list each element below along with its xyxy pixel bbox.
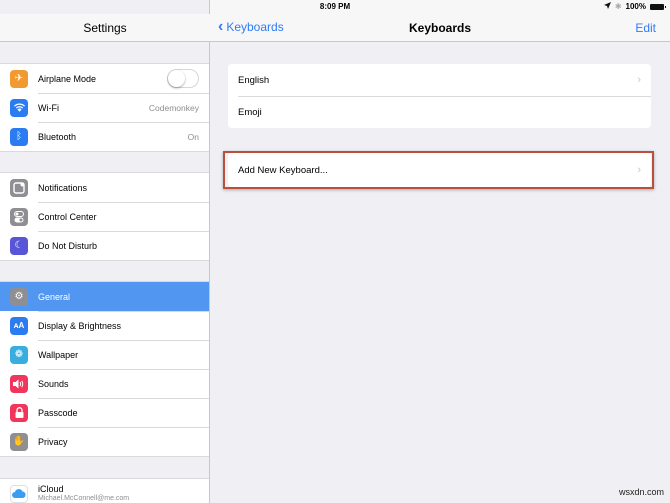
sidebar-item-airplane-mode[interactable]: ✈ Airplane Mode	[0, 64, 209, 93]
sidebar-item-label: Airplane Mode	[38, 73, 97, 84]
speaker-icon	[10, 374, 28, 393]
sidebar-item-label: Notifications	[38, 182, 88, 193]
settings-sidebar: Settings ✈ Airplane Mode Wi-Fi Codemonke…	[0, 0, 210, 503]
keyboard-item-emoji[interactable]: Emoji	[228, 96, 651, 128]
sidebar-item-label: Privacy	[38, 436, 68, 447]
sidebar-item-icloud[interactable]: iCloud Michael.McConnell@me.com	[0, 479, 209, 503]
notifications-group: Notifications Control Center ☾ Do Not Di…	[0, 172, 209, 261]
sidebar-item-bluetooth[interactable]: ᛒ Bluetooth On	[0, 122, 209, 151]
lock-icon	[10, 403, 28, 422]
sidebar-item-label: Sounds	[38, 378, 69, 389]
sidebar-item-general[interactable]: ⚙ General	[0, 282, 209, 311]
page-title: Keyboards	[408, 21, 472, 35]
general-group: ⚙ General ᴀA Display & Brightness ❁ Wall…	[0, 281, 209, 457]
sidebar-item-notifications[interactable]: Notifications	[0, 173, 209, 202]
icloud-icon	[10, 484, 28, 503]
moon-icon: ☾	[10, 236, 28, 255]
sidebar-item-wifi[interactable]: Wi-Fi Codemonkey	[0, 93, 209, 122]
sidebar-item-do-not-disturb[interactable]: ☾ Do Not Disturb	[0, 231, 209, 260]
sidebar-item-label: Passcode	[38, 407, 78, 418]
watermark: wsxdn.com	[618, 487, 664, 497]
sidebar-item-sounds[interactable]: Sounds	[0, 369, 209, 398]
sidebar-item-display-brightness[interactable]: ᴀA Display & Brightness	[0, 311, 209, 340]
sidebar-navbar: Settings	[0, 14, 210, 42]
sidebar-item-label: Wi-Fi	[38, 102, 59, 113]
sidebar-item-privacy[interactable]: ✋ Privacy	[0, 427, 209, 456]
connectivity-group: ✈ Airplane Mode Wi-Fi Codemonkey ᛒ Bluet…	[0, 63, 209, 152]
sidebar-item-control-center[interactable]: Control Center	[0, 202, 209, 231]
keyboard-label: English	[238, 74, 270, 86]
sidebar-item-label: Bluetooth	[38, 131, 77, 142]
airplane-icon: ✈	[10, 69, 28, 88]
chevron-right-icon: ›	[637, 74, 641, 86]
detail-navbar: ‹ Keyboards Keyboards Edit	[210, 14, 670, 42]
control-center-icon	[10, 207, 28, 226]
hand-icon: ✋	[10, 432, 28, 451]
wallpaper-icon: ❁	[10, 345, 28, 364]
gear-icon: ⚙	[10, 287, 28, 306]
sidebar-item-wallpaper[interactable]: ❁ Wallpaper	[0, 340, 209, 369]
bluetooth-icon: ᛒ	[10, 127, 28, 146]
sidebar-item-label: Display & Brightness	[38, 320, 122, 331]
sidebar-item-label: Do Not Disturb	[38, 240, 98, 251]
sidebar-item-label: iCloud	[38, 484, 64, 495]
sidebar-item-passcode[interactable]: Passcode	[0, 398, 209, 427]
keyboard-item-english[interactable]: English ›	[228, 64, 651, 96]
keyboards-detail-pane: ‹ Keyboards Keyboards Edit English › Emo…	[210, 0, 670, 503]
accounts-group: iCloud Michael.McConnell@me.com	[0, 478, 209, 503]
sidebar-item-label: Wallpaper	[38, 349, 79, 360]
sidebar-title: Settings	[83, 21, 127, 35]
notifications-icon	[10, 178, 28, 197]
sidebar-item-label: Control Center	[38, 211, 97, 222]
bluetooth-status-value: On	[187, 131, 199, 142]
wifi-network-value: Codemonkey	[148, 102, 199, 113]
sidebar-item-label: General	[38, 291, 71, 302]
display-brightness-icon: ᴀA	[10, 316, 28, 335]
keyboards-list: English › Emoji	[228, 64, 651, 128]
edit-button[interactable]: Edit	[635, 21, 656, 35]
icloud-account-email: Michael.McConnell@me.com	[38, 494, 130, 502]
highlight-annotation-box	[223, 151, 654, 189]
airplane-mode-toggle[interactable]	[167, 69, 199, 88]
wifi-icon	[10, 98, 28, 117]
keyboard-label: Emoji	[238, 106, 262, 118]
